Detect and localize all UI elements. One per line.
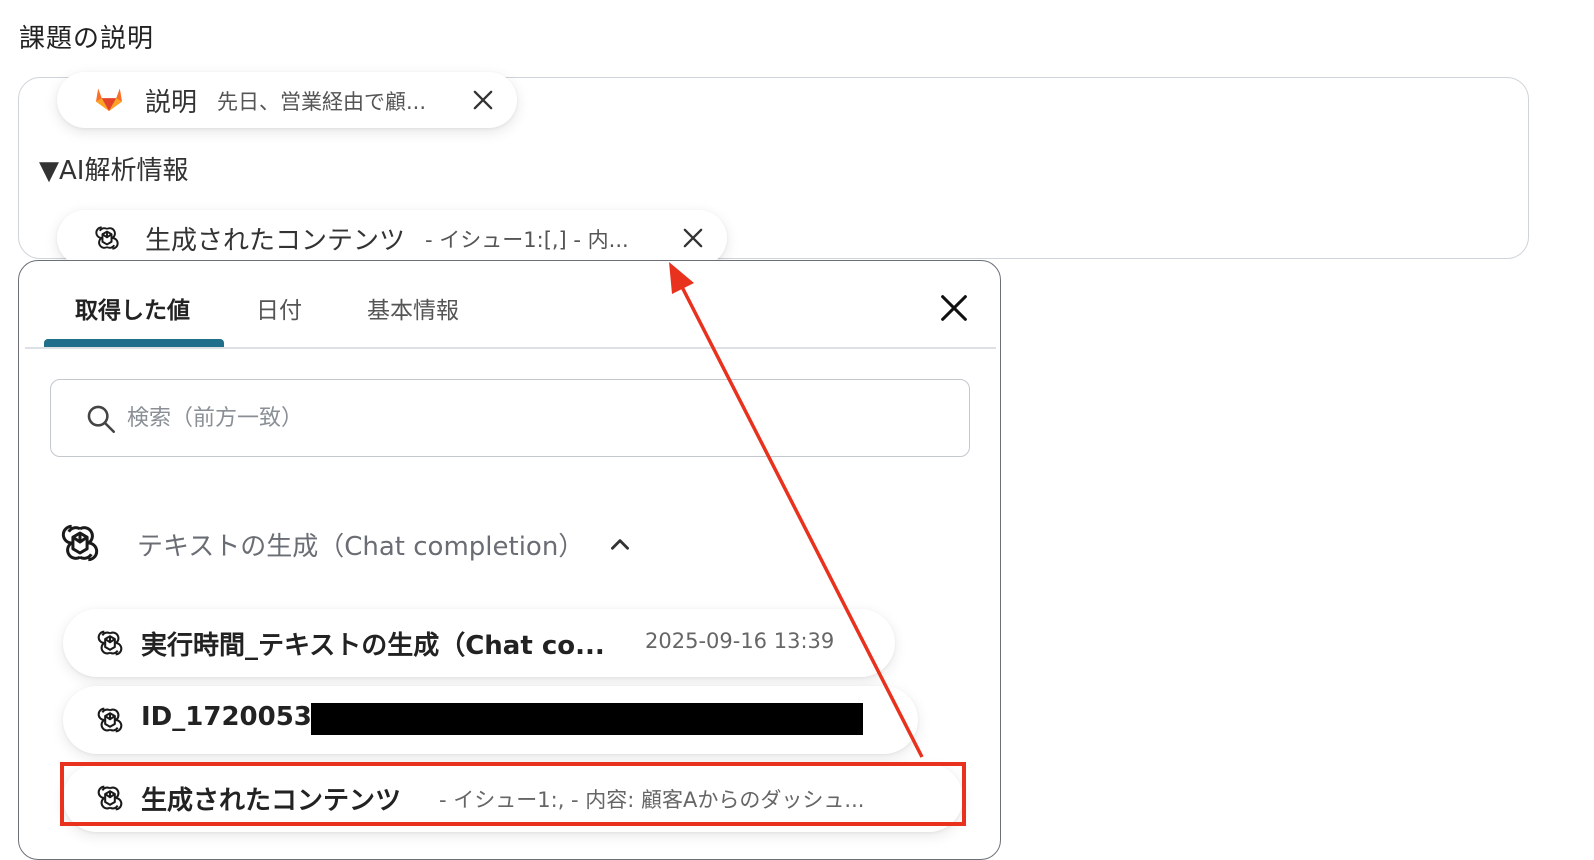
close-icon[interactable]: [937, 291, 971, 325]
value-picker-panel: 取得した値 日付 基本情報 テキストの生成（Chat completion） 実…: [18, 260, 1001, 860]
tab-date[interactable]: 日付: [256, 291, 302, 325]
search-input[interactable]: [125, 398, 945, 438]
tab-acquired-values[interactable]: 取得した値: [75, 291, 190, 325]
openai-icon: [93, 781, 127, 815]
openai-icon: [93, 703, 127, 737]
variable-pill-description[interactable]: 説明 先日、営業経由で顧...: [57, 72, 517, 128]
search-box[interactable]: [50, 379, 970, 457]
chevron-up-icon[interactable]: [607, 532, 633, 558]
ai-analysis-heading: ▼AI解析情報: [39, 156, 189, 186]
redaction-bar: [311, 703, 863, 735]
item-name: 実行時間_テキストの生成（Chat co...: [141, 631, 605, 661]
variable-pill-generated-content[interactable]: 生成されたコンテンツ - イシュー1:[,] - 内...: [57, 210, 727, 266]
openai-icon: [55, 518, 105, 568]
pill-name: 説明: [145, 88, 198, 118]
close-icon[interactable]: [679, 224, 707, 252]
close-icon[interactable]: [469, 86, 497, 114]
list-item[interactable]: 生成されたコンテンツ - イシュー1:, - 内容: 顧客Aからのダッシュ...: [63, 764, 963, 832]
list-item[interactable]: 実行時間_テキストの生成（Chat co... 2025-09-16 13:39: [63, 609, 895, 677]
description-editor[interactable]: 説明 先日、営業経由で顧... ▼AI解析情報 生成されたコンテンツ - イシュ…: [18, 72, 1529, 266]
search-icon: [87, 405, 116, 434]
openai-icon: [91, 222, 123, 254]
pill-value: - イシュー1:[,] - 内...: [425, 228, 629, 252]
item-value: - イシュー1:, - 内容: 顧客Aからのダッシュ...: [439, 788, 865, 812]
pill-value: 先日、営業経由で顧...: [217, 90, 427, 114]
list-item[interactable]: ID_1720053: [63, 686, 918, 754]
pill-name: 生成されたコンテンツ: [145, 226, 406, 256]
openai-icon: [93, 626, 127, 660]
tab-basic-info[interactable]: 基本情報: [367, 291, 459, 325]
tab-divider: [25, 347, 996, 349]
item-name: 生成されたコンテンツ: [141, 786, 402, 816]
field-label: 課題の説明: [19, 24, 155, 54]
group-header-chat-completion[interactable]: テキストの生成（Chat completion）: [55, 516, 655, 570]
group-title: テキストの生成（Chat completion）: [137, 532, 585, 562]
item-name: ID_1720053: [141, 702, 312, 732]
active-tab-indicator: [44, 339, 224, 347]
item-value: 2025-09-16 13:39: [645, 629, 835, 653]
gitlab-icon: [96, 88, 122, 111]
